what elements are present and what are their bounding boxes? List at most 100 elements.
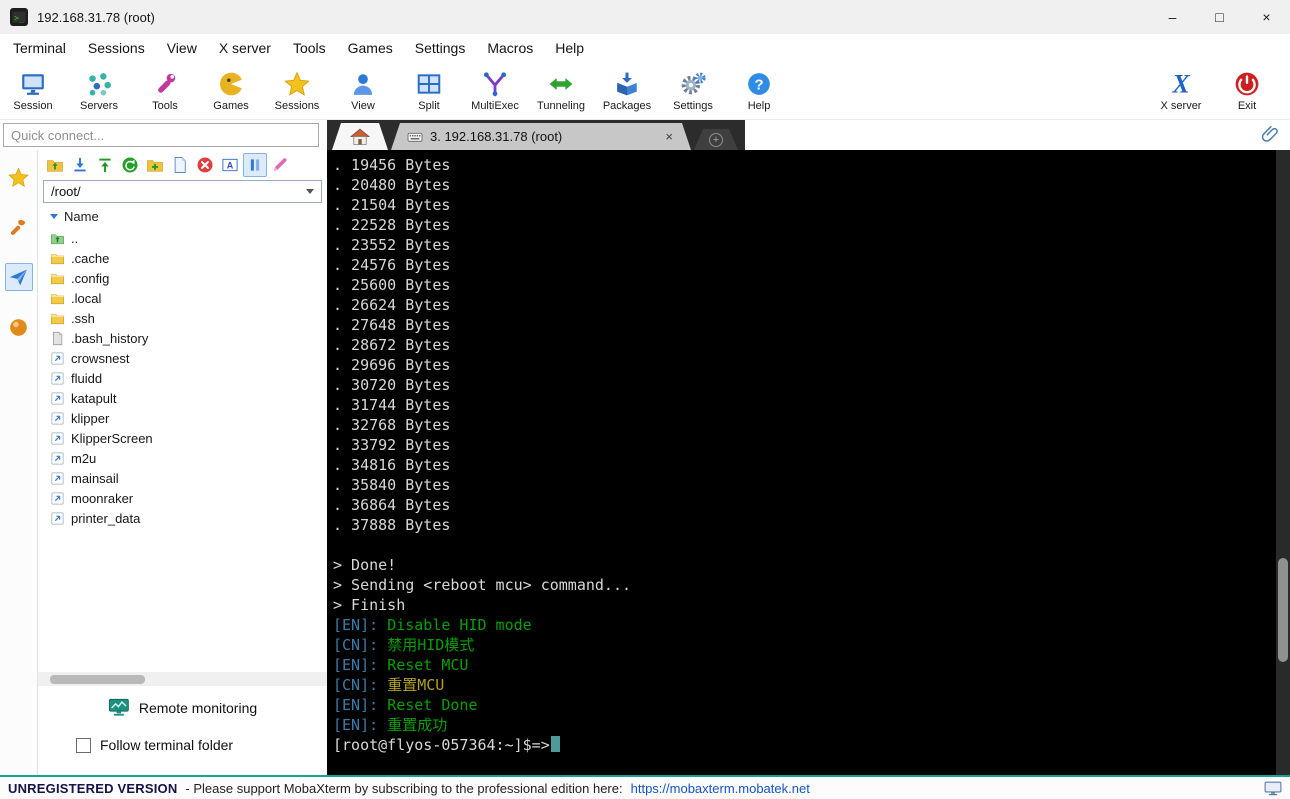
toolbar-button-split[interactable]: Split xyxy=(396,69,462,112)
file-tree-item-bash-history[interactable]: .bash_history xyxy=(50,328,327,348)
toolbar-button-multiexec[interactable]: MultiExec xyxy=(462,69,528,112)
quick-connect-input[interactable] xyxy=(3,123,319,147)
sftp-edit-button[interactable] xyxy=(268,153,292,177)
menu-tools[interactable]: Tools xyxy=(282,36,337,60)
new-tab-button[interactable]: + xyxy=(694,129,738,150)
sftp-upload-button[interactable] xyxy=(93,153,117,177)
unregistered-version-label: UNREGISTERED VERSION xyxy=(8,780,178,796)
terminal-text: [root@flyos-057364:~]$=> xyxy=(333,736,550,754)
maximize-button[interactable]: □ xyxy=(1196,0,1243,34)
terminal-line: . 26624 Bytes xyxy=(333,295,1290,315)
terminal-text: > Finish xyxy=(333,596,406,614)
sftp-refresh-button[interactable] xyxy=(118,153,142,177)
toolbar-button-servers[interactable]: Servers xyxy=(66,69,132,112)
terminal-tab-active[interactable]: 3. 192.168.31.78 (root) × xyxy=(391,123,691,150)
tab-strip: 3. 192.168.31.78 (root) × + xyxy=(327,120,745,150)
terminal-text: . 35840 Bytes xyxy=(333,476,451,494)
sync-icon xyxy=(246,156,264,174)
sftp-sync-button[interactable] xyxy=(243,152,267,177)
toolbar-button-tunneling[interactable]: Tunneling xyxy=(528,69,594,112)
terminal-line: . 19456 Bytes xyxy=(333,155,1290,175)
terminal-text: . 28672 Bytes xyxy=(333,336,451,354)
sidebar-sessions-button[interactable] xyxy=(5,163,33,191)
sidebar-sftp-button[interactable] xyxy=(4,263,33,291)
file-tree-item-item[interactable]: .. xyxy=(50,228,327,248)
menu-view[interactable]: View xyxy=(156,36,208,60)
menu-x-server[interactable]: X server xyxy=(208,36,282,60)
sftp-new-file-button[interactable] xyxy=(168,153,192,177)
sftp-horizontal-scrollbar[interactable] xyxy=(38,672,327,686)
checkbox-icon[interactable] xyxy=(76,737,91,753)
sidebar-tools-button[interactable] xyxy=(5,213,33,241)
menu-help[interactable]: Help xyxy=(544,36,595,60)
toolbar-button-settings[interactable]: Settings xyxy=(660,69,726,112)
toolbar-button-session[interactable]: Session xyxy=(0,69,66,112)
home-tab[interactable] xyxy=(332,123,388,150)
file-tree-item-printer-data[interactable]: printer_data xyxy=(50,508,327,528)
path-combobox[interactable]: /root/ xyxy=(43,180,322,203)
file-tree-item-crowsnest[interactable]: crowsnest xyxy=(50,348,327,368)
remote-monitoring-button[interactable]: Remote monitoring xyxy=(38,698,327,717)
file-tree-item-cache[interactable]: .cache xyxy=(50,248,327,268)
file-tree-item-klipper[interactable]: klipper xyxy=(50,408,327,428)
terminal[interactable]: . 19456 Bytes . 20480 Bytes . 21504 Bytes.… xyxy=(327,150,1290,775)
terminal-text: . 23552 Bytes xyxy=(333,236,451,254)
terminal-text: . 19456 Bytes xyxy=(333,156,451,174)
attachments-icon[interactable] xyxy=(1260,124,1280,144)
sftp-scrollbar-thumb[interactable] xyxy=(50,674,145,684)
link-icon xyxy=(50,351,65,366)
file-name: .bash_history xyxy=(71,330,149,346)
file-tree-item-klipperscreen[interactable]: KlipperScreen xyxy=(50,428,327,448)
terminal-text: 重置MCU xyxy=(387,676,445,694)
sidebar-macros-button[interactable] xyxy=(5,313,33,341)
file-tree-item-ssh[interactable]: .ssh xyxy=(50,308,327,328)
terminal-line: . 23552 Bytes xyxy=(333,235,1290,255)
terminal-scrollbar[interactable] xyxy=(1276,150,1290,775)
menu-sessions[interactable]: Sessions xyxy=(77,36,156,60)
session-monitor-icon xyxy=(20,71,46,97)
terminal-line: . 28672 Bytes xyxy=(333,335,1290,355)
toolbar-button-games[interactable]: Games xyxy=(198,69,264,112)
file-tree-item-moonraker[interactable]: moonraker xyxy=(50,488,327,508)
close-button[interactable]: × xyxy=(1243,0,1290,34)
file-name: .. xyxy=(71,230,79,246)
sftp-new-folder-button[interactable] xyxy=(143,153,167,177)
file-tree-item-config[interactable]: .config xyxy=(50,268,327,288)
terminal-line: . 33792 Bytes xyxy=(333,435,1290,455)
terminal-text: . 21504 Bytes xyxy=(333,196,451,214)
toolbar-button-tools[interactable]: Tools xyxy=(132,69,198,112)
terminal-text: . 37888 Bytes xyxy=(333,516,451,534)
sftp-download-button[interactable] xyxy=(68,153,92,177)
file-tree-item-m2u[interactable]: m2u xyxy=(50,448,327,468)
file-icon xyxy=(50,331,65,346)
tab-close-icon[interactable]: × xyxy=(663,129,675,144)
menu-macros[interactable]: Macros xyxy=(476,36,544,60)
menu-terminal[interactable]: Terminal xyxy=(2,36,77,60)
sftp-parent-dir-button[interactable] xyxy=(43,153,67,177)
terminal-line: [EN]: 重置成功 xyxy=(333,715,1290,735)
toolbar-button-packages[interactable]: Packages xyxy=(594,69,660,112)
star-icon xyxy=(8,166,29,188)
menu-settings[interactable]: Settings xyxy=(404,36,477,60)
toolbar-button-sessions[interactable]: Sessions xyxy=(264,69,330,112)
file-tree-item-mainsail[interactable]: mainsail xyxy=(50,468,327,488)
sftp-rename-button[interactable]: A xyxy=(218,153,242,177)
terminal-text: . 27648 Bytes xyxy=(333,316,451,334)
sftp-delete-button[interactable] xyxy=(193,153,217,177)
terminal-scrollbar-thumb[interactable] xyxy=(1278,558,1288,662)
toolbar-button-help[interactable]: ? Help xyxy=(726,69,792,112)
file-tree-item-local[interactable]: .local xyxy=(50,288,327,308)
toolbar-button-view[interactable]: View xyxy=(330,69,396,112)
menu-games[interactable]: Games xyxy=(337,36,404,60)
file-tree-item-katapult[interactable]: katapult xyxy=(50,388,327,408)
file-tree-item-fluidd[interactable]: fluidd xyxy=(50,368,327,388)
tree-column-header[interactable]: Name xyxy=(38,205,327,228)
statusbar-link[interactable]: https://mobaxterm.mobatek.net xyxy=(631,781,810,796)
terminal-text: > Sending <reboot mcu> command... xyxy=(333,576,632,594)
toolbar-button-x-server[interactable]: XX server xyxy=(1148,69,1214,112)
minimize-button[interactable]: – xyxy=(1149,0,1196,34)
toolbar-button-exit[interactable]: Exit xyxy=(1214,69,1280,112)
follow-terminal-folder-checkbox[interactable]: Follow terminal folder xyxy=(76,737,327,753)
file-name: .local xyxy=(71,290,102,306)
link-icon xyxy=(50,411,65,426)
